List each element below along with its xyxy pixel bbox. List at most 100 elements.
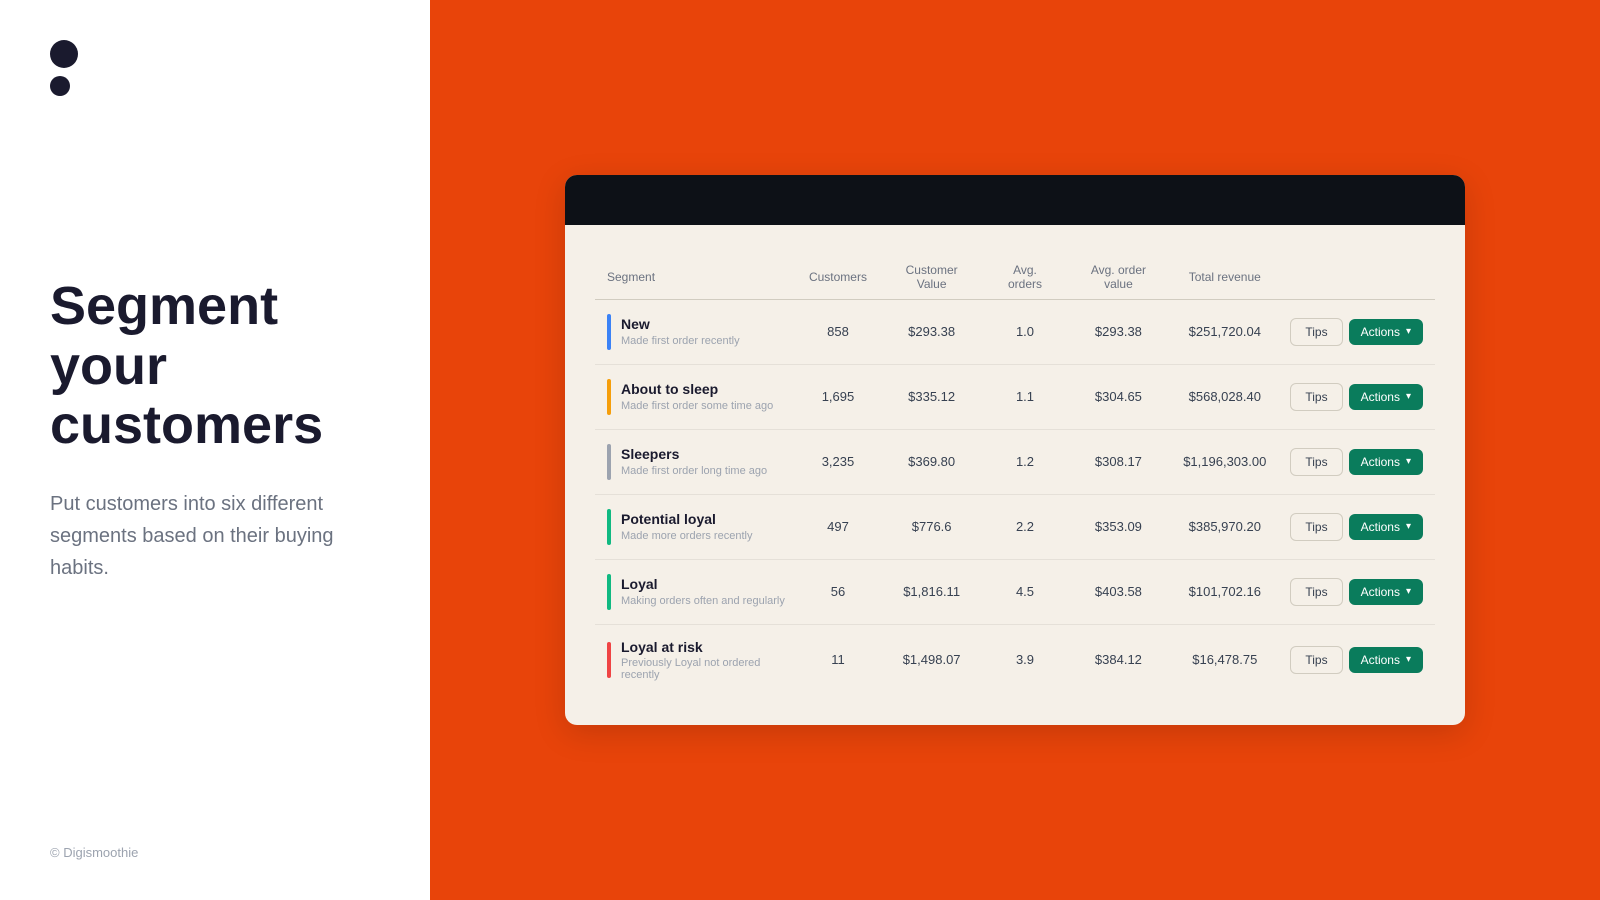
avg-orders-cell: 3.9 [984, 624, 1065, 695]
segment-description: Previously Loyal not ordered recently [621, 657, 785, 681]
actions-label: Actions [1361, 520, 1400, 534]
tips-button[interactable]: Tips [1290, 448, 1342, 476]
logo-dot-large [50, 40, 78, 68]
customers-cell: 3,235 [797, 429, 879, 494]
avg-orders-cell: 1.1 [984, 364, 1065, 429]
avg-order-value-cell: $293.38 [1066, 299, 1172, 364]
tips-button[interactable]: Tips [1290, 646, 1342, 674]
segment-cell: New Made first order recently [595, 299, 797, 364]
table-row: Loyal at risk Previously Loyal not order… [595, 624, 1435, 695]
customers-cell: 858 [797, 299, 879, 364]
chevron-down-icon: ▾ [1406, 391, 1411, 402]
segment-description: Made first order some time ago [621, 400, 773, 412]
customers-cell: 497 [797, 494, 879, 559]
tips-button[interactable]: Tips [1290, 383, 1342, 411]
col-customers: Customers [797, 255, 879, 300]
segment-description: Made first order recently [621, 335, 740, 347]
total-revenue-cell: $251,720.04 [1171, 299, 1278, 364]
avg-order-value-cell: $384.12 [1066, 624, 1172, 695]
logo [50, 40, 380, 96]
actions-cell: Tips Actions ▾ [1278, 299, 1435, 364]
table-row: About to sleep Made first order some tim… [595, 364, 1435, 429]
segment-color-indicator [607, 444, 611, 480]
actions-button[interactable]: Actions ▾ [1349, 579, 1423, 605]
actions-button[interactable]: Actions ▾ [1349, 449, 1423, 475]
customer-value-cell: $335.12 [879, 364, 984, 429]
actions-button[interactable]: Actions ▾ [1349, 647, 1423, 673]
segment-table: Segment Customers Customer Value Avg. or… [595, 255, 1435, 696]
table-row: Loyal Making orders often and regularly … [595, 559, 1435, 624]
col-actions-header [1278, 255, 1435, 300]
segment-name: Potential loyal [621, 511, 752, 528]
avg-order-value-cell: $308.17 [1066, 429, 1172, 494]
actions-cell: Tips Actions ▾ [1278, 494, 1435, 559]
segment-description: Made first order long time ago [621, 465, 767, 477]
actions-cell: Tips Actions ▾ [1278, 364, 1435, 429]
main-card: Segment Customers Customer Value Avg. or… [565, 175, 1465, 726]
chevron-down-icon: ▾ [1406, 456, 1411, 467]
actions-button[interactable]: Actions ▾ [1349, 384, 1423, 410]
chevron-down-icon: ▾ [1406, 521, 1411, 532]
segment-color-indicator [607, 509, 611, 545]
customer-value-cell: $293.38 [879, 299, 984, 364]
tips-button[interactable]: Tips [1290, 318, 1342, 346]
segment-color-indicator [607, 574, 611, 610]
left-panel: Segment your customers Put customers int… [0, 0, 430, 900]
avg-orders-cell: 1.2 [984, 429, 1065, 494]
customer-value-cell: $1,498.07 [879, 624, 984, 695]
chevron-down-icon: ▾ [1406, 654, 1411, 665]
avg-orders-cell: 4.5 [984, 559, 1065, 624]
avg-orders-cell: 1.0 [984, 299, 1065, 364]
segment-cell: Loyal Making orders often and regularly [595, 559, 797, 624]
col-segment: Segment [595, 255, 797, 300]
segment-cell: About to sleep Made first order some tim… [595, 364, 797, 429]
actions-label: Actions [1361, 585, 1400, 599]
actions-label: Actions [1361, 325, 1400, 339]
segment-cell: Potential loyal Made more orders recentl… [595, 494, 797, 559]
actions-label: Actions [1361, 390, 1400, 404]
table-body: New Made first order recently 858 $293.3… [595, 299, 1435, 695]
actions-button[interactable]: Actions ▾ [1349, 319, 1423, 345]
table-row: New Made first order recently 858 $293.3… [595, 299, 1435, 364]
segment-cell: Sleepers Made first order long time ago [595, 429, 797, 494]
customer-value-cell: $369.80 [879, 429, 984, 494]
col-avg-orders: Avg. orders [984, 255, 1065, 300]
copyright: © Digismoothie [50, 845, 380, 860]
segment-name: New [621, 316, 740, 333]
avg-order-value-cell: $403.58 [1066, 559, 1172, 624]
customer-value-cell: $1,816.11 [879, 559, 984, 624]
left-content: Segment your customers Put customers int… [50, 96, 380, 845]
actions-cell: Tips Actions ▾ [1278, 429, 1435, 494]
col-customer-value: Customer Value [879, 255, 984, 300]
segment-name: Loyal at risk [621, 639, 785, 656]
segment-name: About to sleep [621, 381, 773, 398]
actions-button[interactable]: Actions ▾ [1349, 514, 1423, 540]
segment-color-indicator [607, 379, 611, 415]
total-revenue-cell: $16,478.75 [1171, 624, 1278, 695]
actions-cell: Tips Actions ▾ [1278, 559, 1435, 624]
tips-button[interactable]: Tips [1290, 578, 1342, 606]
col-avg-order-value: Avg. order value [1066, 255, 1172, 300]
segment-cell: Loyal at risk Previously Loyal not order… [595, 624, 797, 695]
segment-name: Loyal [621, 576, 785, 593]
table-row: Sleepers Made first order long time ago … [595, 429, 1435, 494]
right-panel: Segment Customers Customer Value Avg. or… [430, 0, 1600, 900]
avg-order-value-cell: $353.09 [1066, 494, 1172, 559]
customers-cell: 1,695 [797, 364, 879, 429]
logo-dot-small [50, 76, 70, 96]
segment-color-indicator [607, 314, 611, 350]
avg-order-value-cell: $304.65 [1066, 364, 1172, 429]
table-row: Potential loyal Made more orders recentl… [595, 494, 1435, 559]
segment-color-indicator [607, 642, 611, 678]
chevron-down-icon: ▾ [1406, 586, 1411, 597]
chevron-down-icon: ▾ [1406, 326, 1411, 337]
segment-description: Making orders often and regularly [621, 595, 785, 607]
main-heading: Segment your customers [50, 277, 380, 455]
tips-button[interactable]: Tips [1290, 513, 1342, 541]
total-revenue-cell: $568,028.40 [1171, 364, 1278, 429]
actions-label: Actions [1361, 455, 1400, 469]
segment-name: Sleepers [621, 446, 767, 463]
card-body: Segment Customers Customer Value Avg. or… [565, 225, 1465, 726]
actions-label: Actions [1361, 653, 1400, 667]
table-header: Segment Customers Customer Value Avg. or… [595, 255, 1435, 300]
